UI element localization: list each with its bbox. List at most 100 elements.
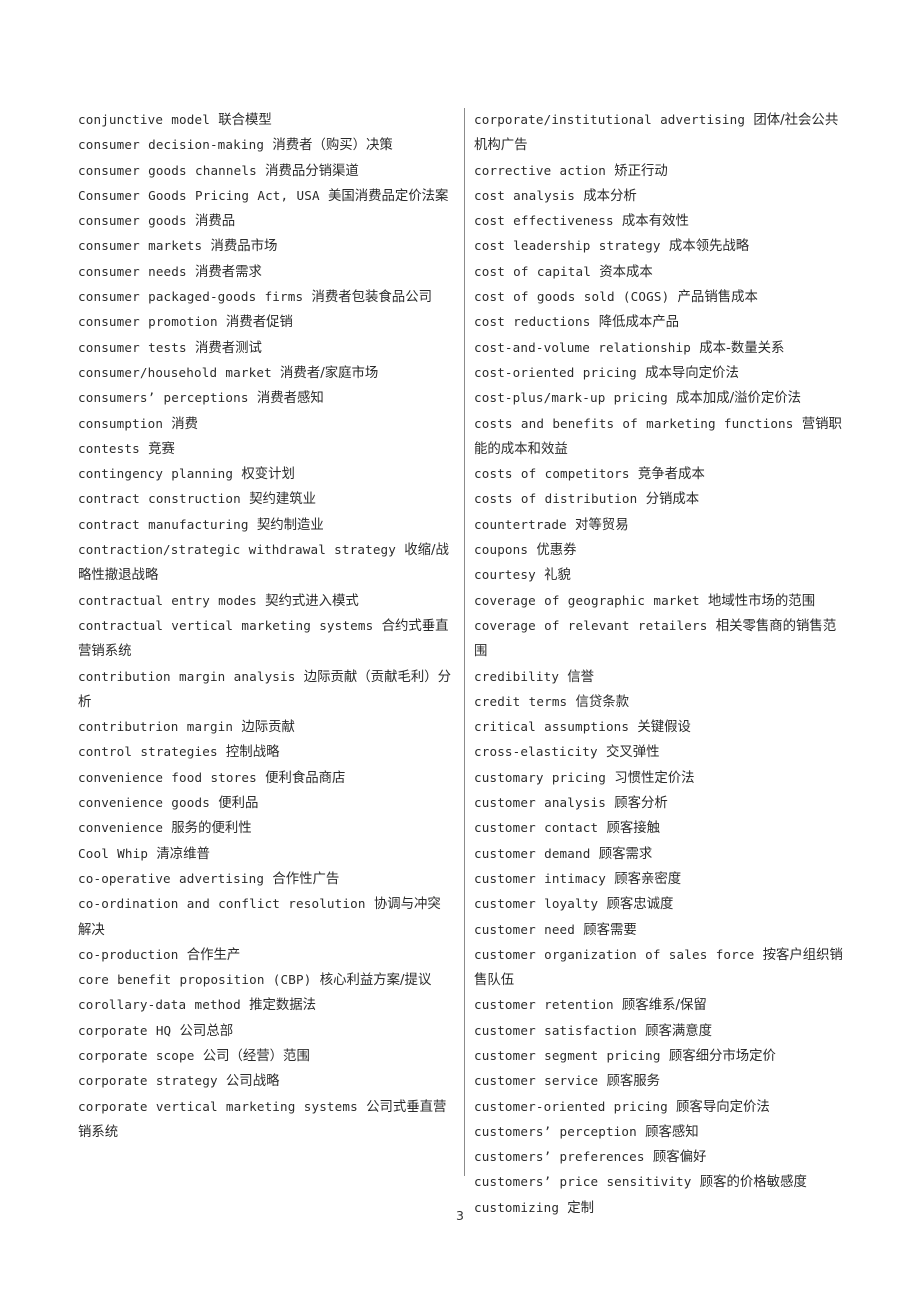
glossary-term: cost-oriented pricing (474, 364, 637, 380)
glossary-translation: 顾客感知 (645, 1124, 699, 1140)
glossary-translation: 消费者测试 (194, 340, 262, 356)
glossary-translation: 成本有效性 (621, 214, 689, 230)
glossary-term: consumer markets (78, 238, 203, 254)
glossary-translation: 核心利益方案/提议 (319, 973, 432, 989)
glossary-translation: 消费者感知 (256, 391, 324, 407)
glossary-translation: 权变计划 (241, 467, 295, 483)
glossary-translation: 消费者（购买）决策 (272, 138, 393, 154)
glossary-entry: customer-oriented pricing 顾客导向定价法 (474, 1095, 848, 1120)
glossary-term: cost analysis (474, 187, 576, 203)
glossary-term: consumer promotion (78, 314, 218, 330)
glossary-entry: costs of competitors 竞争者成本 (474, 462, 848, 487)
glossary-entry: critical assumptions 关键假设 (474, 715, 848, 740)
glossary-term: costs and benefits of marketing function… (474, 415, 794, 431)
glossary-term: cost reductions (474, 314, 591, 330)
glossary-translation: 契约式进入模式 (265, 593, 359, 609)
glossary-translation: 竞赛 (148, 441, 175, 457)
glossary-term: corporate scope (78, 1047, 195, 1063)
glossary-term: coverage of relevant retailers (474, 617, 708, 633)
glossary-translation: 成本导向定价法 (645, 365, 739, 381)
glossary-term: convenience goods (78, 795, 210, 811)
glossary-entry: co-operative advertising 合作性广告 (78, 867, 454, 892)
glossary-translation: 控制战略 (225, 745, 280, 761)
glossary-translation: 关键假设 (637, 720, 691, 736)
glossary-entry: consumer promotion 消费者促销 (78, 310, 454, 335)
glossary-term: corporate/institutional advertising (474, 112, 746, 127)
glossary-translation: 便利品 (218, 796, 259, 812)
glossary-term: contract construction (78, 491, 241, 507)
glossary-term: control strategies (78, 744, 218, 760)
glossary-translation: 矫正行动 (614, 163, 668, 179)
glossary-translation: 对等贸易 (575, 517, 629, 533)
glossary-entry: cost-oriented pricing 成本导向定价法 (474, 361, 848, 386)
glossary-translation: 公司总部 (179, 1023, 234, 1039)
glossary-translation: 合作性广告 (272, 871, 340, 887)
glossary-entry: coverage of relevant retailers 相关零售商的销售范… (474, 614, 848, 665)
glossary-entry: contract manufacturing 契约制造业 (78, 513, 454, 538)
glossary-translation: 顾客满意度 (645, 1023, 713, 1039)
glossary-term: contraction/strategic withdrawal strateg… (78, 542, 397, 558)
glossary-term: Consumer Goods Pricing Act, USA (78, 187, 320, 203)
glossary-entry: consumer goods 消费品 (78, 209, 454, 234)
glossary-entry: corporate/institutional advertising 团体/社… (474, 108, 848, 159)
glossary-term: contract manufacturing (78, 516, 249, 532)
glossary-term: critical assumptions (474, 719, 630, 735)
glossary-translation: 契约建筑业 (249, 492, 317, 508)
glossary-translation: 交叉弹性 (605, 745, 660, 761)
glossary-translation: 信誉 (567, 669, 595, 685)
glossary-translation: 清凉维普 (156, 846, 210, 862)
glossary-entry: customer contact 顾客接触 (474, 816, 848, 841)
glossary-term: coupons (474, 542, 529, 558)
glossary-term: co-ordination and conflict resolution (78, 896, 366, 912)
glossary-entry: Cool Whip 清凉维普 (78, 842, 454, 867)
glossary-term: co-operative advertising (78, 870, 265, 886)
glossary-translation: 成本分析 (583, 188, 637, 204)
glossary-entry: consumer needs 消费者需求 (78, 260, 454, 285)
glossary-term: courtesy (474, 567, 536, 583)
glossary-translation: 降低成本产品 (598, 315, 680, 331)
glossary-entry: coupons 优惠券 (474, 538, 848, 563)
glossary-translation: 信贷条款 (575, 694, 630, 710)
glossary-translation: 习惯性定价法 (614, 770, 695, 786)
glossary-entry: contract construction 契约建筑业 (78, 487, 454, 512)
glossary-translation: 消费者/家庭市场 (280, 365, 379, 381)
glossary-translation: 消费者需求 (194, 264, 262, 280)
glossary-term: contractual vertical marketing systems (78, 617, 374, 633)
glossary-entry: consumer/household market 消费者/家庭市场 (78, 361, 454, 386)
glossary-term: customer segment pricing (474, 1047, 661, 1063)
glossary-translation: 礼貌 (544, 568, 571, 584)
glossary-term: convenience (78, 820, 164, 836)
glossary-translation: 资本成本 (599, 264, 653, 280)
glossary-entry: cross-elasticity 交叉弹性 (474, 740, 848, 765)
glossary-entry: costs of distribution 分销成本 (474, 487, 848, 512)
glossary-entry: cost of goods sold (COGS) 产品销售成本 (474, 285, 848, 310)
glossary-translation: 消费品 (194, 214, 236, 230)
glossary-term: customer loyalty (474, 896, 599, 912)
glossary-term: contribution margin analysis (78, 668, 296, 684)
glossary-entry: cost leadership strategy 成本领先战略 (474, 234, 848, 259)
glossary-entry: Consumer Goods Pricing Act, USA 美国消费品定价法… (78, 184, 454, 209)
glossary-entry: customers’ price sensitivity 顾客的价格敏感度 (474, 1170, 848, 1195)
glossary-translation: 顾客忠诚度 (606, 897, 674, 913)
glossary-entry: corporate HQ 公司总部 (78, 1019, 454, 1044)
glossary-entry: contributrion margin 边际贡献 (78, 715, 454, 740)
glossary-entry: control strategies 控制战略 (78, 740, 454, 765)
glossary-translation: 顾客维系/保留 (621, 998, 707, 1014)
glossary-translation: 推定数据法 (249, 998, 317, 1014)
glossary-term: customer analysis (474, 795, 606, 811)
glossary-term: contests (78, 440, 140, 456)
glossary-term: customer demand (474, 845, 591, 861)
glossary-column-left: conjunctive model 联合模型 consumer decision-… (78, 108, 464, 1176)
glossary-entry: contractual entry modes 契约式进入模式 (78, 589, 454, 614)
glossary-term: core benefit proposition (CBP) (78, 972, 312, 988)
glossary-term: consumer/household market (78, 364, 272, 380)
glossary-entry: cost analysis 成本分析 (474, 184, 848, 209)
glossary-term: costs of distribution (474, 491, 638, 507)
glossary-entry: coverage of geographic market 地域性市场的范围 (474, 589, 848, 614)
glossary-entry: customers’ preferences 顾客偏好 (474, 1145, 848, 1170)
glossary-translation: 消费 (171, 416, 199, 432)
glossary-term: cost-plus/mark-up pricing (474, 390, 668, 406)
glossary-entry: credibility 信誉 (474, 665, 848, 690)
glossary-term: customer service (474, 1073, 599, 1089)
glossary-term: corporate vertical marketing systems (78, 1098, 358, 1114)
